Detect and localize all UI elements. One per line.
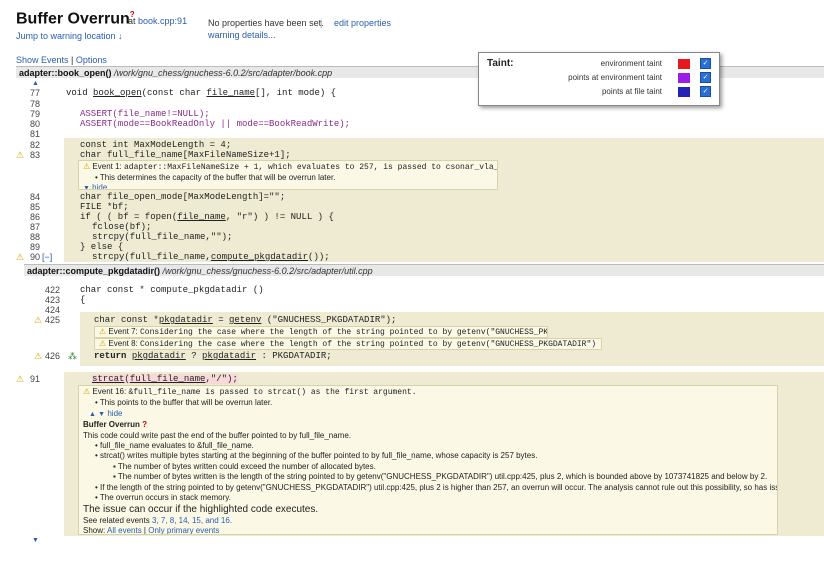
taint-legend: Taint: environment taint ✓ points at envi… <box>478 52 720 106</box>
function-header-compute-pkgdatadir: adapter::compute_pkgdatadir() /work/gnu_… <box>24 264 824 276</box>
show-all-events-link[interactable]: All events <box>107 526 142 534</box>
show-events-link[interactable]: Show Events <box>16 55 69 65</box>
checkbox[interactable]: ✓ <box>700 58 711 70</box>
no-properties-text: No properties have been set. <box>208 18 324 28</box>
event-7-box: ⚠ Event 7: Considering the case where th… <box>94 326 548 338</box>
options-link[interactable]: Options <box>76 55 107 65</box>
warning-icon: ⚠ <box>83 162 91 171</box>
location: at book.cpp:91 <box>128 16 188 26</box>
collapse-icon[interactable]: ▼ <box>83 185 90 189</box>
separator: | <box>320 18 323 28</box>
hide-event-1-link[interactable]: hide <box>92 183 107 189</box>
warning-details-link[interactable]: warning details... <box>208 30 276 40</box>
color-swatch <box>678 72 690 83</box>
event-16-box: ⚠ Event 16: &full_file_name is passed to… <box>78 385 778 535</box>
file-link[interactable]: book.cpp:91 <box>138 16 187 26</box>
event-1-box: ⚠ Event 1: adapter::MaxFileNameSize + 1,… <box>78 160 498 190</box>
hide-event-16-link[interactable]: hide <box>107 409 122 418</box>
taint-row-points-file: points at file taint ✓ <box>602 86 711 98</box>
prev-event-icon[interactable]: ▲ <box>89 411 96 418</box>
next-event-icon[interactable]: ▼ <box>98 411 105 418</box>
checkbox[interactable]: ✓ <box>700 86 711 98</box>
branch-icon: ⁂ <box>68 351 77 361</box>
checkbox[interactable]: ✓ <box>700 72 711 84</box>
page-title: Buffer Overrun? <box>16 10 135 28</box>
related-events-links[interactable]: 3, 7, 8, 14, 15, and 16. <box>152 516 232 525</box>
color-swatch <box>678 58 690 69</box>
jump-link[interactable]: Jump to warning location ↓ <box>16 31 123 41</box>
show-primary-events-link[interactable]: Only primary events <box>148 526 219 534</box>
options-bar: Show Events | Options <box>16 55 107 65</box>
taint-row-points-env: points at environment taint ✓ <box>568 72 711 84</box>
help-icon: ? <box>139 420 148 430</box>
separator: | <box>71 55 74 65</box>
edit-properties-link[interactable]: edit properties <box>334 18 391 28</box>
header: Buffer Overrun? at book.cpp:91 Jump to w… <box>16 10 816 50</box>
taint-row-environment: environment taint ✓ <box>601 58 711 70</box>
event-8-box: ⚠ Event 8: Considering the case where th… <box>94 338 602 350</box>
collapse-button[interactable]: [−] <box>42 252 52 262</box>
scroll-down-icon[interactable]: ▼ <box>32 536 39 546</box>
taint-title: Taint: <box>487 58 514 69</box>
color-swatch <box>678 86 690 97</box>
